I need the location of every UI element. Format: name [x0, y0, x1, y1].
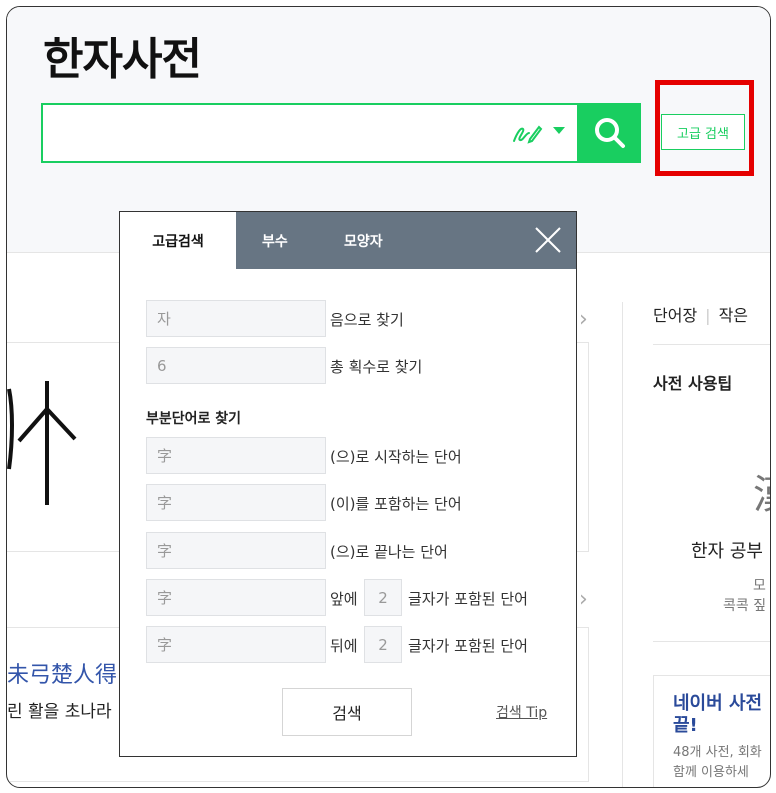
front-prefix-label: 앞에 [330, 590, 358, 608]
tips-title: 사전 사용팁 [653, 374, 733, 393]
divider [653, 641, 770, 642]
example-hanja[interactable]: 未弓楚人得 [7, 657, 117, 689]
tab-shape[interactable]: 모양자 [344, 212, 383, 269]
stroke-count-input[interactable]: 6 [146, 347, 326, 384]
starts-with-input[interactable]: 字 [146, 437, 326, 474]
starts-with-label: (으)로 시작하는 단어 [330, 448, 462, 466]
back-suffix-label: 글자가 포함된 단어 [408, 637, 528, 655]
front-char-input[interactable]: 字 [146, 579, 326, 616]
ends-with-input[interactable]: 字 [146, 532, 326, 569]
front-suffix-label: 글자가 포함된 단어 [408, 590, 528, 608]
contains-label: (이)를 포함하는 단어 [330, 495, 462, 513]
ends-with-label: (으)로 끝나는 단어 [330, 543, 448, 561]
page-title: 한자사전 [43, 34, 202, 85]
search-icon [595, 118, 625, 148]
right-links: 단어장 | 작은 [653, 302, 748, 326]
back-char-input[interactable]: 字 [146, 626, 326, 663]
tab-radical[interactable]: 부수 [262, 212, 288, 269]
promo-desc-line: 48개 사전, 회화 [673, 745, 762, 760]
reading-input[interactable]: 자 [146, 300, 326, 337]
tips-sub: 콕콕 짚 [723, 598, 767, 614]
front-count-input[interactable]: 2 [364, 579, 402, 616]
search-tip-link[interactable]: 검색 Tip [496, 702, 547, 722]
stroke-count-label: 총 획수로 찾기 [330, 358, 423, 376]
handwriting-pen-icon[interactable] [511, 119, 543, 147]
close-icon[interactable] [534, 226, 562, 254]
hanja-glyph-image [7, 381, 77, 505]
partial-word-title: 부분단어로 찾기 [146, 411, 242, 427]
app-window: 한자사전 고급 검색 › › 未弓楚人得 린 활을 초나라 단어장 | 작은 사… [6, 6, 771, 788]
promo-title[interactable]: 네이버 사전 끝! [673, 693, 770, 737]
back-prefix-label: 뒤에 [330, 637, 358, 655]
tips-heading[interactable]: 한자 공부 [691, 537, 763, 563]
search-input[interactable] [51, 113, 501, 153]
promo-desc: 48개 사전, 회화 함께 이용하세 [673, 743, 770, 783]
wordbook-link[interactable]: 단어장 [653, 306, 697, 325]
chevron-right-icon[interactable]: › [579, 307, 588, 332]
reading-label: 음으로 찾기 [330, 311, 404, 329]
advanced-search-button[interactable]: 고급 검색 [661, 114, 745, 150]
modal-search-button[interactable]: 검색 [282, 688, 412, 736]
divider [653, 344, 770, 345]
search-box [41, 103, 579, 163]
advanced-search-modal: 고급검색 부수 모양자 자 음으로 찾기 6 총 획수로 찾기 부분단어로 찾기… [119, 211, 577, 757]
promo-desc-line: 함께 이용하세 [673, 765, 749, 780]
small-link[interactable]: 작은 [719, 306, 748, 325]
example-translation: 린 활을 초나라 [7, 702, 112, 722]
tab-advanced[interactable]: 고급검색 [120, 212, 236, 269]
tips-sub: 모 [753, 578, 766, 594]
modal-tabbar: 고급검색 부수 모양자 [120, 212, 576, 269]
column-divider [622, 302, 623, 787]
search-button[interactable] [579, 103, 641, 163]
link-separator: | [705, 306, 711, 325]
chevron-down-icon[interactable] [553, 127, 565, 134]
tips-glyph: 漢 [753, 462, 770, 520]
chevron-right-icon[interactable]: › [579, 587, 588, 612]
back-count-input[interactable]: 2 [364, 626, 402, 663]
contains-input[interactable]: 字 [146, 484, 326, 521]
